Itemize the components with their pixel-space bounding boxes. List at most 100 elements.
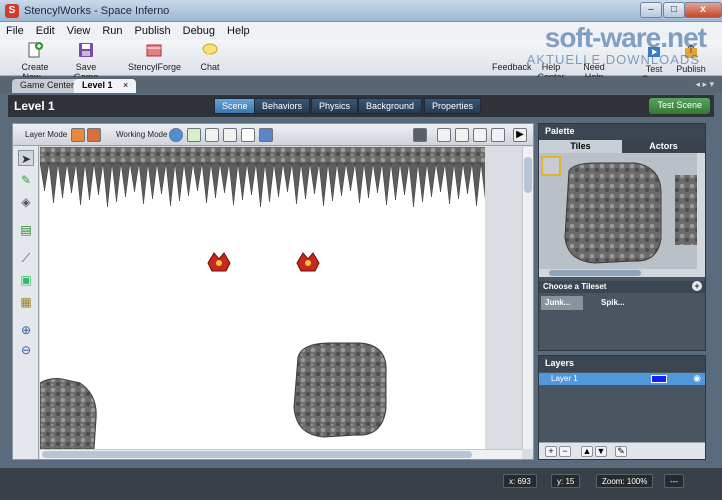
scene-canvas[interactable] [40,147,485,449]
screen-icon[interactable] [413,128,427,142]
stencylforge-label: StencylForge [128,62,182,72]
move-layer-down-icon[interactable]: ▼ [595,446,607,457]
test-scene-button[interactable]: Test Scene [649,98,710,114]
palette-horizontal-scrollbar[interactable] [539,269,705,277]
enemy-ship-2[interactable] [296,252,320,272]
add-tileset-icon[interactable]: + [692,281,702,291]
menu-help[interactable]: Help [221,22,256,37]
tile-preview-art [564,162,697,264]
mode-globe-icon[interactable] [169,128,183,142]
image-tool-icon[interactable]: ▦ [18,294,34,310]
mode-scene[interactable]: Scene [214,98,256,114]
send-backward-icon[interactable] [455,128,469,142]
layers-footer: + − ▲ ▼ ✎ [539,442,705,459]
zoom-readout: Zoom: 100% [596,474,654,488]
zoom-out-icon[interactable]: ⊖ [18,342,34,358]
watermark-tagline: AKTUELLE DOWNLOADS [526,52,700,67]
stencylforge-button[interactable]: StencylForge [128,42,182,72]
menu-view[interactable]: View [61,22,97,37]
remove-layer-icon[interactable]: − [559,446,571,457]
grid-icon[interactable] [491,128,505,142]
tileset-junk[interactable]: Junk... [541,296,583,310]
mode-behaviors[interactable]: Behaviors [254,98,311,114]
menu-debug[interactable]: Debug [177,22,221,37]
mode-physics[interactable]: Physics [311,98,359,114]
canvas-horizontal-scrollbar[interactable] [40,449,522,459]
edit-layer-icon[interactable]: ✎ [615,446,627,457]
choose-tileset-label: Choose a Tileset [543,282,607,291]
feedback-button[interactable]: Feedback [492,62,532,72]
mode-brush-icon[interactable] [223,128,237,142]
status-extra: --- [664,474,684,488]
palette-scroll-thumb[interactable] [549,270,641,276]
new-document-icon [28,42,43,58]
layers-panel: Layers Layer 1 ◉ + − ▲ ▼ ✎ [538,355,706,460]
pointer-tool-icon[interactable]: ➤ [18,150,34,166]
pencil-tool-icon[interactable]: ✎ [18,172,34,188]
line-tool-icon[interactable]: ⟋ [18,250,34,266]
page-title: Level 1 [14,99,55,113]
add-layer-icon[interactable]: + [545,446,557,457]
mode-terrain-icon[interactable] [259,128,273,142]
mode-properties[interactable]: Properties [424,98,482,114]
maximize-button[interactable]: □ [663,2,685,18]
save-game-button[interactable]: Save Game [64,42,108,82]
watermark-brand: soft-ware.net [544,22,707,53]
cursor-x-readout: x: 693 [503,474,537,488]
scene-header: Level 1 Scene Behaviors Physics Backgrou… [8,95,714,117]
palette-tabs: Tiles Actors [539,140,705,153]
layer-color-swatch[interactable] [651,375,667,383]
mode-region-icon[interactable] [241,128,255,142]
rectangle-tool-icon[interactable]: ▣ [18,272,34,288]
forge-icon [146,44,162,57]
bring-forward-icon[interactable] [437,128,451,142]
spike-ceiling [40,147,485,208]
mode-actor-icon[interactable] [205,128,219,142]
close-window-button[interactable]: x [684,2,722,18]
bounds-icon[interactable] [473,128,487,142]
play-icon[interactable]: ▶ [513,128,527,142]
minimize-button[interactable]: – [640,2,662,18]
app-icon: S [5,4,19,18]
horizontal-scroll-thumb[interactable] [42,451,472,458]
tab-game-center[interactable]: Game Center [12,79,83,93]
eye-icon[interactable]: ◉ [693,373,701,384]
layer-mode-single-icon[interactable] [71,128,85,142]
tab-level-1[interactable]: Level 1 × [74,79,137,93]
menu-file[interactable]: File [0,22,30,37]
feedback-label: Feedback [492,62,532,72]
layer-mode-all-icon[interactable] [87,128,101,142]
canvas-vertical-scrollbar[interactable] [522,147,533,449]
create-new-button[interactable]: Create New... [10,42,60,82]
tool-palette: ➤ ✎ ◈ ▤ ⟋ ▣ ▦ ⊕ ⊖ [13,146,39,459]
layer-row[interactable]: Layer 1 ◉ [539,373,705,385]
editor-toolbar: Layer Mode Working Mode ▶ [13,124,533,146]
move-layer-up-icon[interactable]: ▲ [581,446,593,457]
close-tab-icon[interactable]: × [123,80,128,90]
tab-actors[interactable]: Actors [622,140,705,153]
mode-background[interactable]: Background [358,98,423,114]
zoom-in-icon[interactable]: ⊕ [18,322,34,338]
palette-vertical-scrollbar[interactable] [697,153,705,269]
menu-publish[interactable]: Publish [129,22,177,37]
menu-edit[interactable]: Edit [30,22,61,37]
chat-button[interactable]: Chat [196,42,224,72]
chat-label: Chat [200,62,220,72]
scene-artwork [40,147,485,449]
rock-block-large[interactable] [293,342,387,438]
rock-block-left[interactable] [40,378,97,450]
tileset-spikes[interactable]: Spik... [597,296,637,310]
layers-title: Layers [539,356,705,372]
tab-tiles[interactable]: Tiles [539,140,622,153]
stamp-tool-icon[interactable]: ▤ [18,222,34,238]
cursor-y-readout: y: 15 [551,474,581,488]
mode-tiles-icon[interactable] [187,128,201,142]
tab-scroll-arrows-icon[interactable]: ◂ ▸ ▾ [695,79,714,90]
menu-run[interactable]: Run [96,22,128,37]
tile-grid[interactable] [539,153,697,269]
fill-tool-icon[interactable]: ◈ [18,194,34,210]
title-bar: S StencylWorks - Space Inferno – □ x [0,0,722,22]
enemy-ship-1[interactable] [207,252,231,272]
window-title: StencylWorks - Space Inferno [24,5,170,17]
vertical-scroll-thumb[interactable] [524,157,532,193]
